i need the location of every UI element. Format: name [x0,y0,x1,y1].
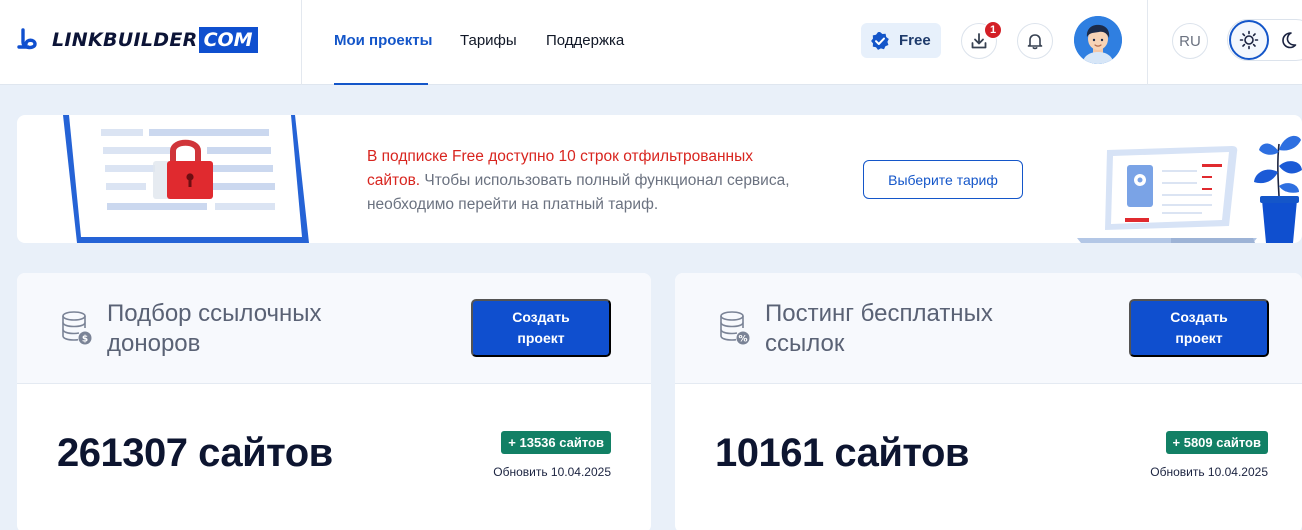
moon-icon [1282,32,1297,49]
banner-message: В подписке Free доступно 10 строк отфиль… [367,145,807,217]
create-project-button[interactable]: Создать проект [471,299,611,357]
card-title: Подбор ссылочных доноров [107,300,322,357]
svg-text:%: % [738,335,747,345]
svg-text:$: $ [82,335,88,345]
card-title: Постинг бесплатных ссылок [765,300,993,357]
choose-tariff-button[interactable]: Выберите тариф [863,160,1023,199]
sun-icon [1239,30,1259,50]
plan-label: Free [899,32,931,49]
header-divider [1147,0,1148,85]
update-date[interactable]: Обновить 10.04.2025 [493,465,611,479]
light-theme-button[interactable] [1229,20,1269,60]
header-divider [301,0,302,85]
sites-count: 261307 сайтов [57,431,333,475]
sites-count: 10161 сайтов [715,431,970,475]
logo-suffix: COM [198,27,258,53]
free-links-posting-card: % Постинг бесплатных ссылок Создать прое… [675,273,1302,530]
top-header: LINKBUILDER COM Мои проекты Тарифы Подде… [0,0,1302,85]
nav-tariffs[interactable]: Тарифы [460,32,517,49]
download-count-badge: 1 [984,21,1002,39]
logo[interactable]: LINKBUILDER COM [16,27,258,53]
notifications-button[interactable] [1017,23,1053,59]
plan-badge[interactable]: Free [861,23,941,58]
linkbuilder-logo-icon [17,28,37,50]
nav-my-projects[interactable]: Мои проекты [334,32,432,49]
user-avatar-icon [1074,16,1122,64]
logo-text: LINKBUILDER [52,29,198,51]
avatar[interactable] [1074,16,1122,64]
sites-delta-badge: + 13536 сайтов [501,431,611,454]
create-project-button[interactable]: Создать проект [1129,299,1269,357]
database-percent-icon: % [720,311,750,345]
laptop-plant-illustration [1077,135,1302,243]
database-dollar-icon: $ [62,311,92,345]
nav-support[interactable]: Поддержка [546,32,624,49]
verified-check-icon [871,31,889,50]
nav-active-underline [334,83,428,85]
language-switcher[interactable]: RU [1172,23,1208,59]
bell-icon [1027,34,1043,50]
sites-delta-badge: + 5809 сайтов [1165,431,1268,454]
dark-theme-button[interactable] [1275,27,1301,53]
upgrade-banner: В подписке Free доступно 10 строк отфиль… [17,115,1302,243]
donor-selection-card: $ Подбор ссылочных доноров Создать проек… [17,273,651,530]
update-date[interactable]: Обновить 10.04.2025 [1150,465,1268,479]
banner-text: Чтобы использовать полный функционал сер… [367,172,790,213]
locked-document-illustration [63,115,309,243]
